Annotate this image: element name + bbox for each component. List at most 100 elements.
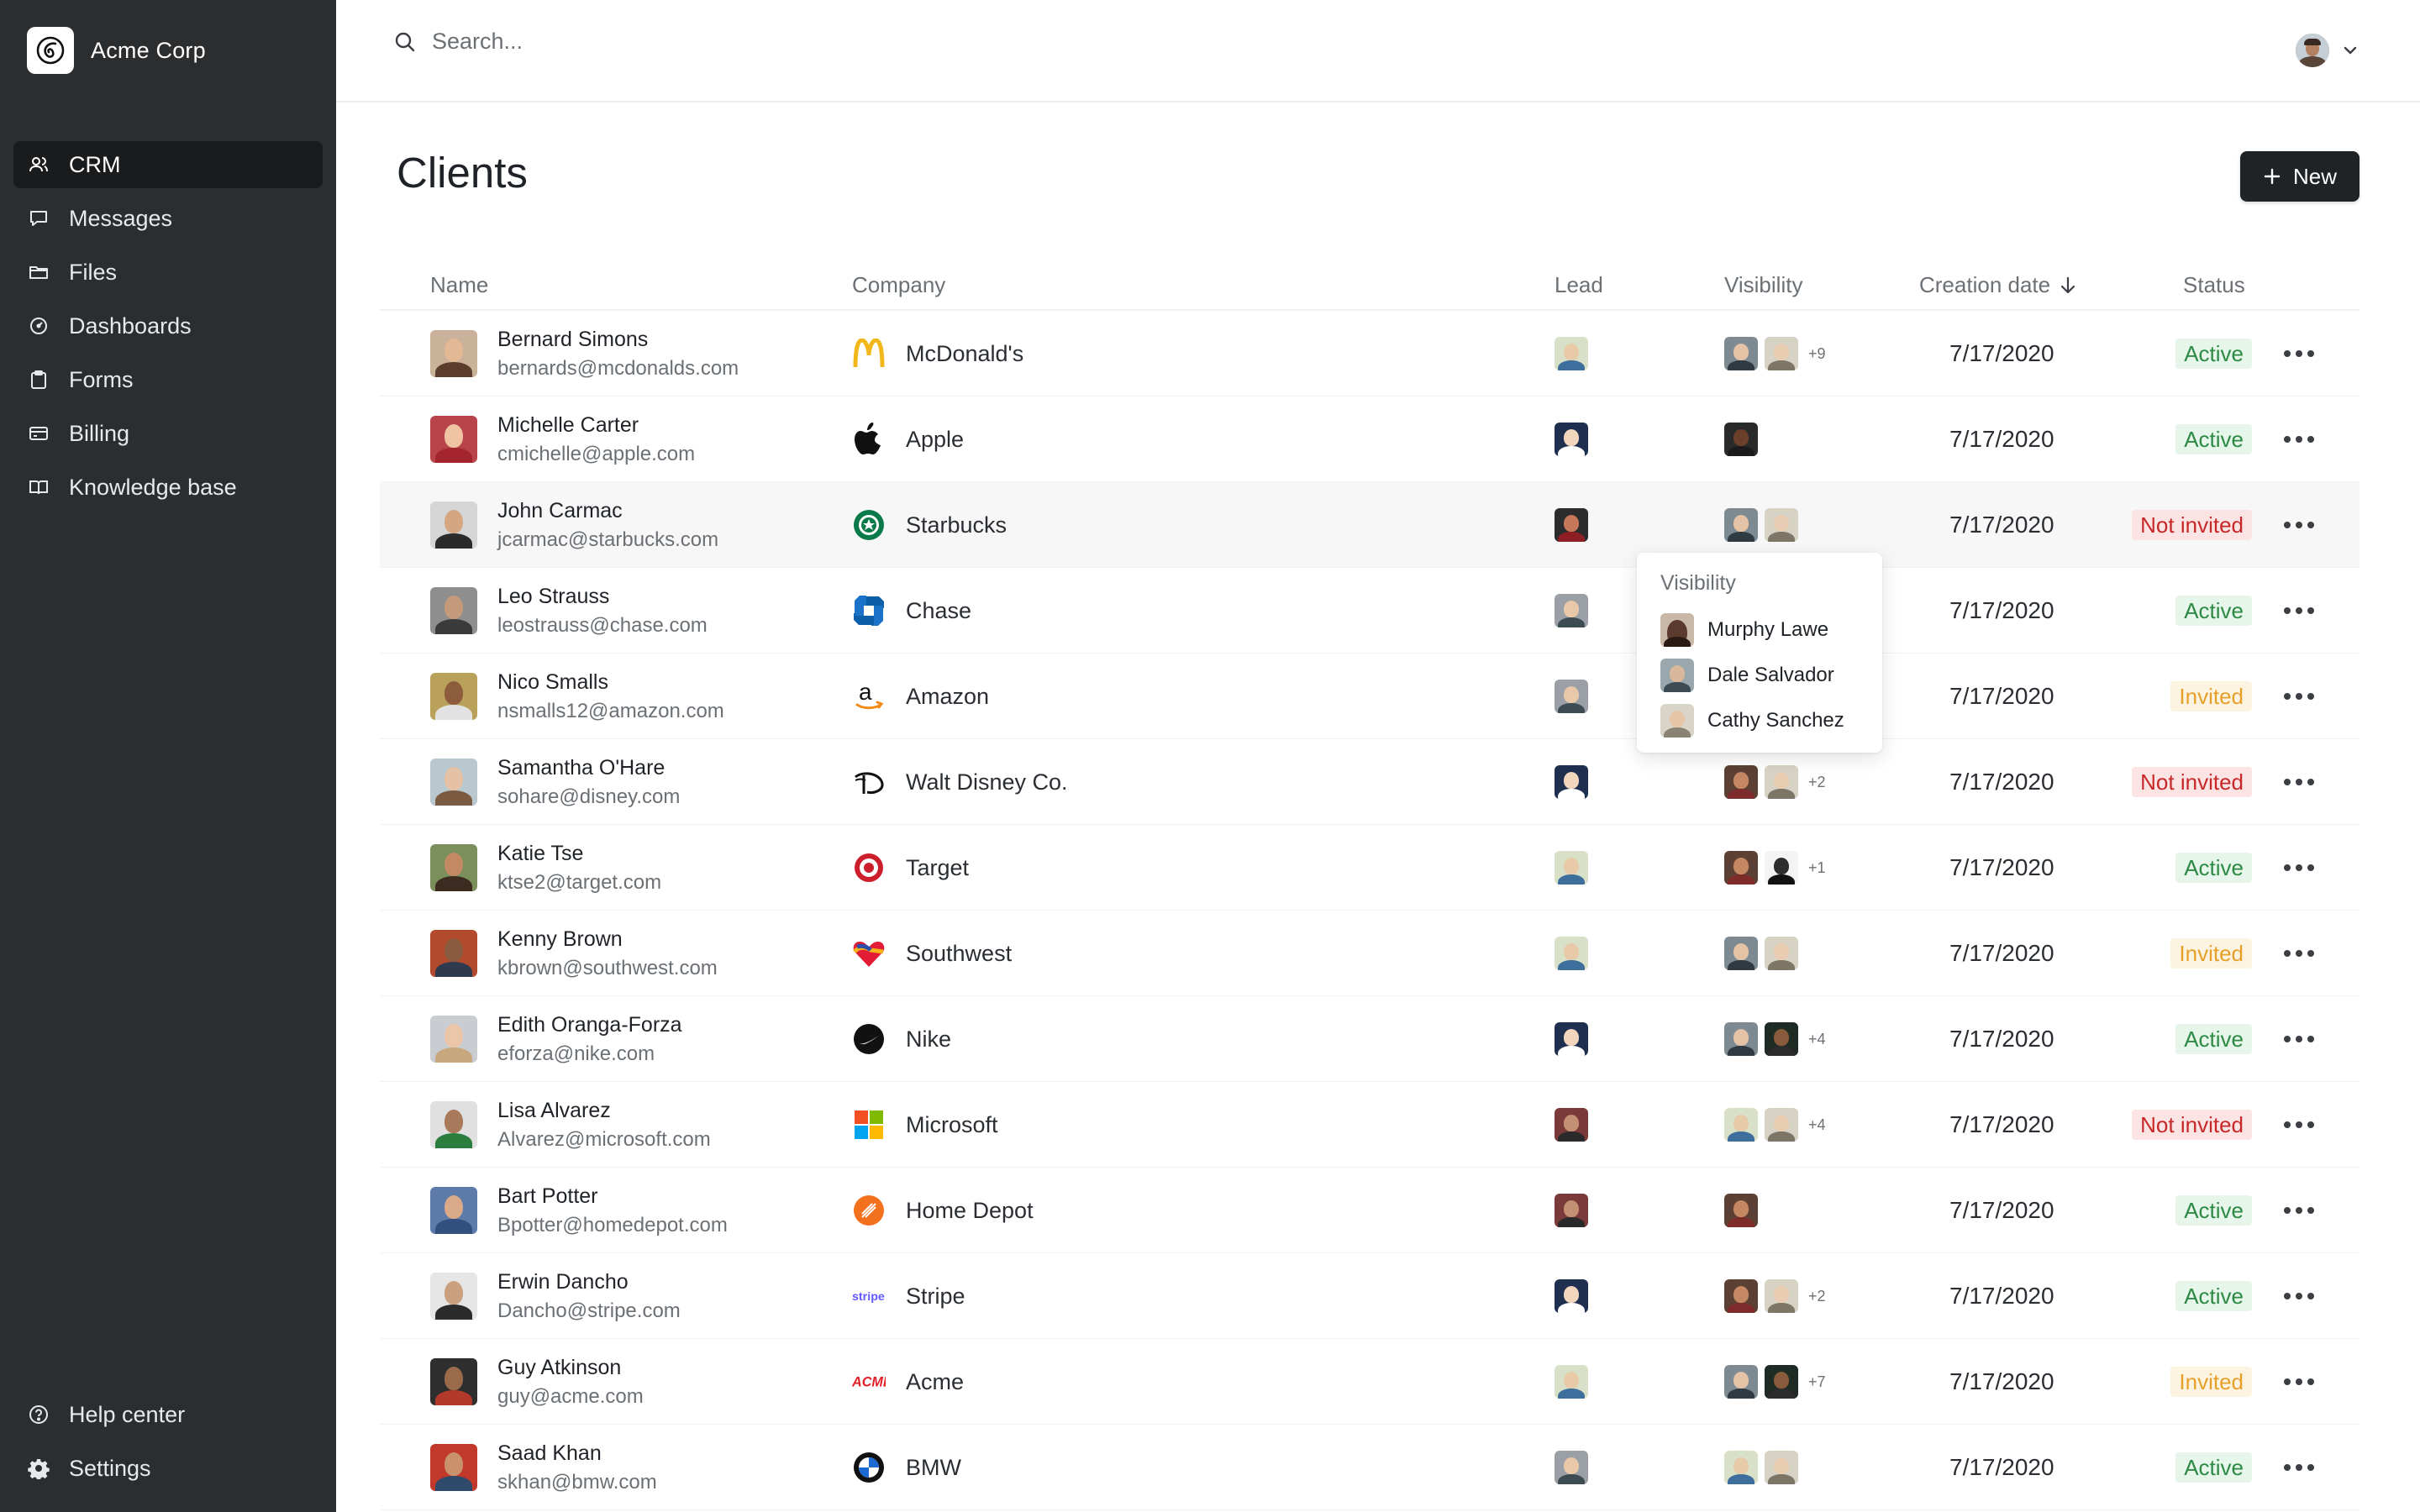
- more-horizontal-icon: [2284, 1378, 2314, 1385]
- row-actions-button[interactable]: [2284, 654, 2314, 739]
- client-info: Kenny Brown kbrown@southwest.com: [497, 927, 718, 980]
- table-row[interactable]: John Carmac jcarmac@starbucks.com Starbuck…: [380, 482, 2360, 568]
- table-row[interactable]: Saad Khan skhan@bmw.com BMW 7/17/2020 Active: [380, 1425, 2360, 1510]
- more-horizontal-icon: [2284, 950, 2314, 957]
- lead-cell: [1555, 825, 1588, 911]
- row-actions-button[interactable]: [2284, 396, 2314, 482]
- client-info: Samantha O'Hare sohare@disney.com: [497, 756, 680, 809]
- sidebar-item-dashboards[interactable]: Dashboards: [13, 302, 323, 349]
- chase-logo-icon: [852, 594, 886, 627]
- column-header-creation-date[interactable]: Creation date: [1919, 272, 2077, 298]
- status-cell: Invited: [2170, 654, 2252, 739]
- user-menu[interactable]: [2296, 34, 2360, 67]
- table-row[interactable]: Michelle Carter cmichelle@apple.com Apple 7…: [380, 396, 2360, 482]
- client-cell: Kenny Brown kbrown@southwest.com: [430, 911, 718, 996]
- sidebar: Acme Corp CRM Messages Files Dashboards: [0, 0, 336, 1512]
- visibility-cell[interactable]: +7: [1724, 1339, 1826, 1425]
- table-row[interactable]: Bart Potter Bpotter@homedepot.com Home Dep…: [380, 1168, 2360, 1253]
- more-horizontal-icon: [2284, 1207, 2314, 1214]
- column-header-status[interactable]: Status: [2183, 272, 2245, 298]
- book-icon: [27, 475, 50, 499]
- row-actions-button[interactable]: [2284, 739, 2314, 825]
- row-actions-button[interactable]: [2284, 568, 2314, 654]
- bmw-logo-icon: [852, 1451, 886, 1484]
- row-actions-button[interactable]: [2284, 825, 2314, 911]
- avatar: [1555, 1108, 1588, 1142]
- client-email: nsmalls12@amazon.com: [497, 699, 724, 722]
- new-client-button[interactable]: New: [2240, 151, 2360, 202]
- client-name: Guy Atkinson: [497, 1355, 622, 1379]
- clipboard-icon: [27, 368, 50, 391]
- table-row[interactable]: Samantha O'Hare sohare@disney.com Walt Dis…: [380, 739, 2360, 825]
- avatar: [1555, 937, 1588, 970]
- status-badge: Active: [2175, 1195, 2252, 1226]
- table-row[interactable]: Erwin Dancho Dancho@stripe.com stripe Strip…: [380, 1253, 2360, 1339]
- client-info: Lisa Alvarez Alvarez@microsoft.com: [497, 1099, 711, 1152]
- row-actions-button[interactable]: [2284, 1425, 2314, 1510]
- status-cell: Active: [2175, 825, 2252, 911]
- visibility-cell[interactable]: [1724, 396, 1758, 482]
- client-cell: Erwin Dancho Dancho@stripe.com: [430, 1253, 681, 1339]
- popover-person: Dale Salvador: [1660, 653, 1859, 698]
- visibility-cell[interactable]: [1724, 1168, 1758, 1253]
- status-cell: Not invited: [2132, 739, 2252, 825]
- more-horizontal-icon: [2284, 350, 2314, 357]
- row-actions-button[interactable]: [2284, 1082, 2314, 1168]
- row-actions-button[interactable]: [2284, 482, 2314, 568]
- row-actions-button[interactable]: [2284, 911, 2314, 996]
- table-row[interactable]: Kenny Brown kbrown@southwest.com Southwest…: [380, 911, 2360, 996]
- table-row[interactable]: Nico Smalls nsmalls12@amazon.com a Amazon 7/…: [380, 654, 2360, 739]
- visibility-cell[interactable]: [1724, 911, 1798, 996]
- sidebar-item-forms[interactable]: Forms: [13, 356, 323, 403]
- sidebar-item-crm[interactable]: CRM: [13, 141, 323, 188]
- disney-logo-icon: [852, 765, 886, 799]
- table-row[interactable]: Edith Oranga-Forza eforza@nike.com Nike +4 7…: [380, 996, 2360, 1082]
- column-header-name[interactable]: Name: [430, 272, 488, 298]
- creation-date: 7/17/2020: [1949, 683, 2054, 709]
- company-name: Stripe: [906, 1283, 965, 1309]
- company-name: Walt Disney Co.: [906, 769, 1068, 795]
- visibility-cell[interactable]: [1724, 1425, 1798, 1510]
- avatar: [1555, 1451, 1588, 1484]
- sidebar-item-knowledge-base[interactable]: Knowledge base: [13, 464, 323, 511]
- sidebar-item-billing[interactable]: Billing: [13, 410, 323, 457]
- company-cell: stripe Stripe: [852, 1253, 965, 1339]
- row-actions-button[interactable]: [2284, 1339, 2314, 1425]
- table-row[interactable]: Leo Strauss leostrauss@chase.com Chase 7/17…: [380, 568, 2360, 654]
- table-row[interactable]: Katie Tse ktse2@target.com Target +1 7/17/20…: [380, 825, 2360, 911]
- visibility-cell[interactable]: +4: [1724, 1082, 1826, 1168]
- chevron-down-icon: [2341, 41, 2360, 60]
- avatar: [1555, 508, 1588, 542]
- avatar: [1555, 594, 1588, 627]
- column-header-company[interactable]: Company: [852, 272, 945, 298]
- visibility-cell[interactable]: +4: [1724, 996, 1826, 1082]
- client-email: Alvarez@microsoft.com: [497, 1127, 711, 1151]
- visibility-cell[interactable]: +9: [1724, 311, 1826, 396]
- visibility-cell[interactable]: +2: [1724, 1253, 1826, 1339]
- search-input[interactable]: [432, 29, 1188, 55]
- client-name: Bernard Simons: [497, 327, 649, 351]
- row-actions-button[interactable]: [2284, 1168, 2314, 1253]
- table-row[interactable]: Bernard Simons bernards@mcdonalds.com McDo…: [380, 311, 2360, 396]
- column-header-visibility[interactable]: Visibility: [1724, 272, 1802, 298]
- sidebar-item-settings[interactable]: Settings: [13, 1445, 323, 1492]
- sidebar-item-help-center[interactable]: Help center: [13, 1391, 323, 1438]
- nike-logo-icon: [852, 1022, 886, 1056]
- column-header-lead[interactable]: Lead: [1555, 272, 1603, 298]
- avatar: [1724, 851, 1758, 885]
- status-cell: Active: [2175, 396, 2252, 482]
- client-cell: Nico Smalls nsmalls12@amazon.com: [430, 654, 724, 739]
- org-switcher[interactable]: Acme Corp: [27, 27, 206, 74]
- row-actions-button[interactable]: [2284, 311, 2314, 396]
- table-row[interactable]: Lisa Alvarez Alvarez@microsoft.com Microso…: [380, 1082, 2360, 1168]
- row-actions-button[interactable]: [2284, 1253, 2314, 1339]
- sidebar-item-files[interactable]: Files: [13, 249, 323, 296]
- company-name: McDonald's: [906, 340, 1024, 366]
- visibility-cell[interactable]: +1: [1724, 825, 1826, 911]
- avatar: [1555, 680, 1588, 713]
- client-name: Samantha O'Hare: [497, 755, 666, 780]
- search-bar[interactable]: [393, 29, 1188, 55]
- table-row[interactable]: Guy Atkinson guy@acme.com ACME Acme +7 7/17/2…: [380, 1339, 2360, 1425]
- row-actions-button[interactable]: [2284, 996, 2314, 1082]
- sidebar-item-messages[interactable]: Messages: [13, 195, 323, 242]
